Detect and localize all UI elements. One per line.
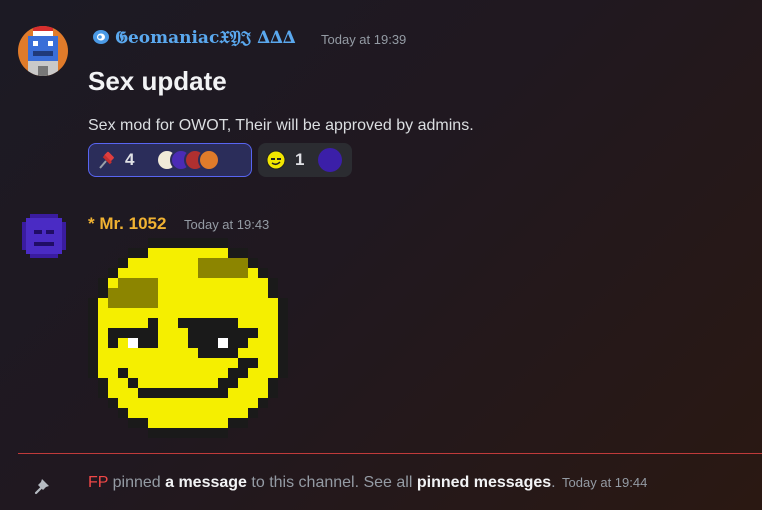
system-verb: pinned — [112, 474, 161, 491]
system-text: to this channel. See all — [251, 474, 413, 491]
pinned-messages-link[interactable]: pinned messages — [417, 474, 551, 491]
system-actor[interactable]: FP — [88, 474, 108, 491]
reactor-avatar — [318, 148, 343, 172]
server-tag-icon — [92, 28, 110, 46]
reaction-smirk[interactable]: 1 — [258, 143, 352, 177]
message-image-smirk[interactable] — [88, 238, 288, 438]
user-avatar-mr1052[interactable] — [22, 214, 66, 258]
username[interactable]: 𝕲eomaniac𝔛𝔜𝔍 ∆∆∆ — [115, 28, 296, 48]
user-avatar-geomaniac[interactable] — [18, 26, 68, 76]
username[interactable]: * Mr. 1052 — [88, 214, 166, 234]
pixel-avatar-icon — [18, 26, 68, 76]
pixel-smirk-emoji-icon — [88, 238, 288, 438]
reaction-count: 1 — [295, 150, 305, 169]
pushpin-icon — [95, 149, 117, 171]
timestamp: Today at 19:39 — [321, 32, 407, 47]
purple-smirk-avatar-icon — [22, 214, 66, 258]
smirk-face-icon — [265, 149, 287, 171]
pin-system-message: FP pinned a message to this channel. See… — [88, 474, 647, 492]
pin-system-icon — [32, 474, 54, 496]
timestamp: Today at 19:44 — [562, 475, 648, 490]
message-heading: Sex update — [88, 66, 227, 96]
new-messages-divider — [18, 453, 762, 454]
reactor-avatar — [198, 149, 221, 171]
pinned-message-link[interactable]: a message — [165, 474, 247, 491]
system-period: . — [551, 474, 556, 491]
message-body: Sex mod for OWOT, Their will be approved… — [88, 117, 474, 134]
reactor-avatars — [156, 149, 221, 171]
timestamp: Today at 19:43 — [184, 217, 270, 232]
reaction-count: 4 — [125, 150, 135, 169]
reaction-pushpin[interactable]: 4 — [88, 143, 252, 177]
